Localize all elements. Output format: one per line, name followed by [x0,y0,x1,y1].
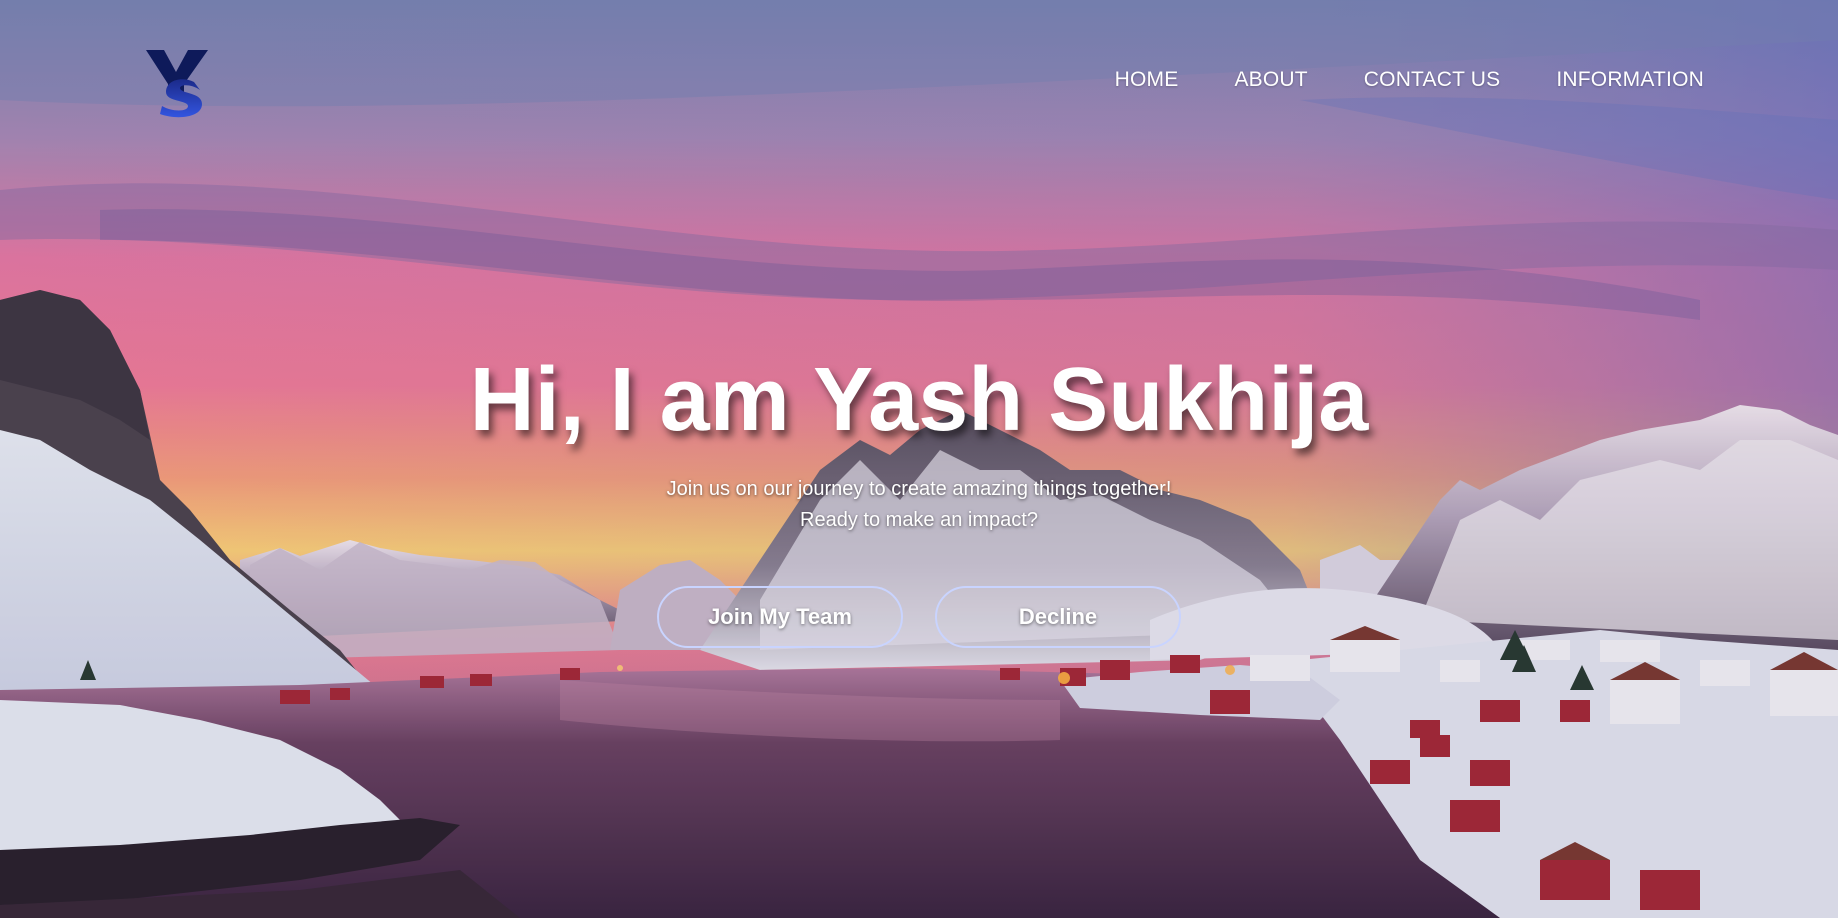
main-nav: HOME ABOUT CONTACT US INFORMATION [1087,66,1732,94]
nav-information-link[interactable]: INFORMATION [1528,66,1732,94]
hero-background [0,0,1838,918]
logo-ys-icon [146,50,208,118]
nav-home-link[interactable]: HOME [1087,66,1207,94]
nav-contact-us-link[interactable]: CONTACT US [1336,66,1529,94]
nav-about-link[interactable]: ABOUT [1206,66,1335,94]
join-my-team-button[interactable]: Join My Team [657,586,903,648]
logo[interactable] [142,46,214,118]
hero-subtitle: Join us on our journey to create amazing… [0,474,1838,536]
decline-button[interactable]: Decline [935,586,1181,648]
hero-subtitle-line-2: Ready to make an impact? [800,509,1038,531]
hero-title: Hi, I am Yash Sukhija [469,350,1369,450]
hero-actions: Join My Team Decline [0,586,1838,648]
hero-subtitle-line-1: Join us on our journey to create amazing… [666,478,1172,500]
